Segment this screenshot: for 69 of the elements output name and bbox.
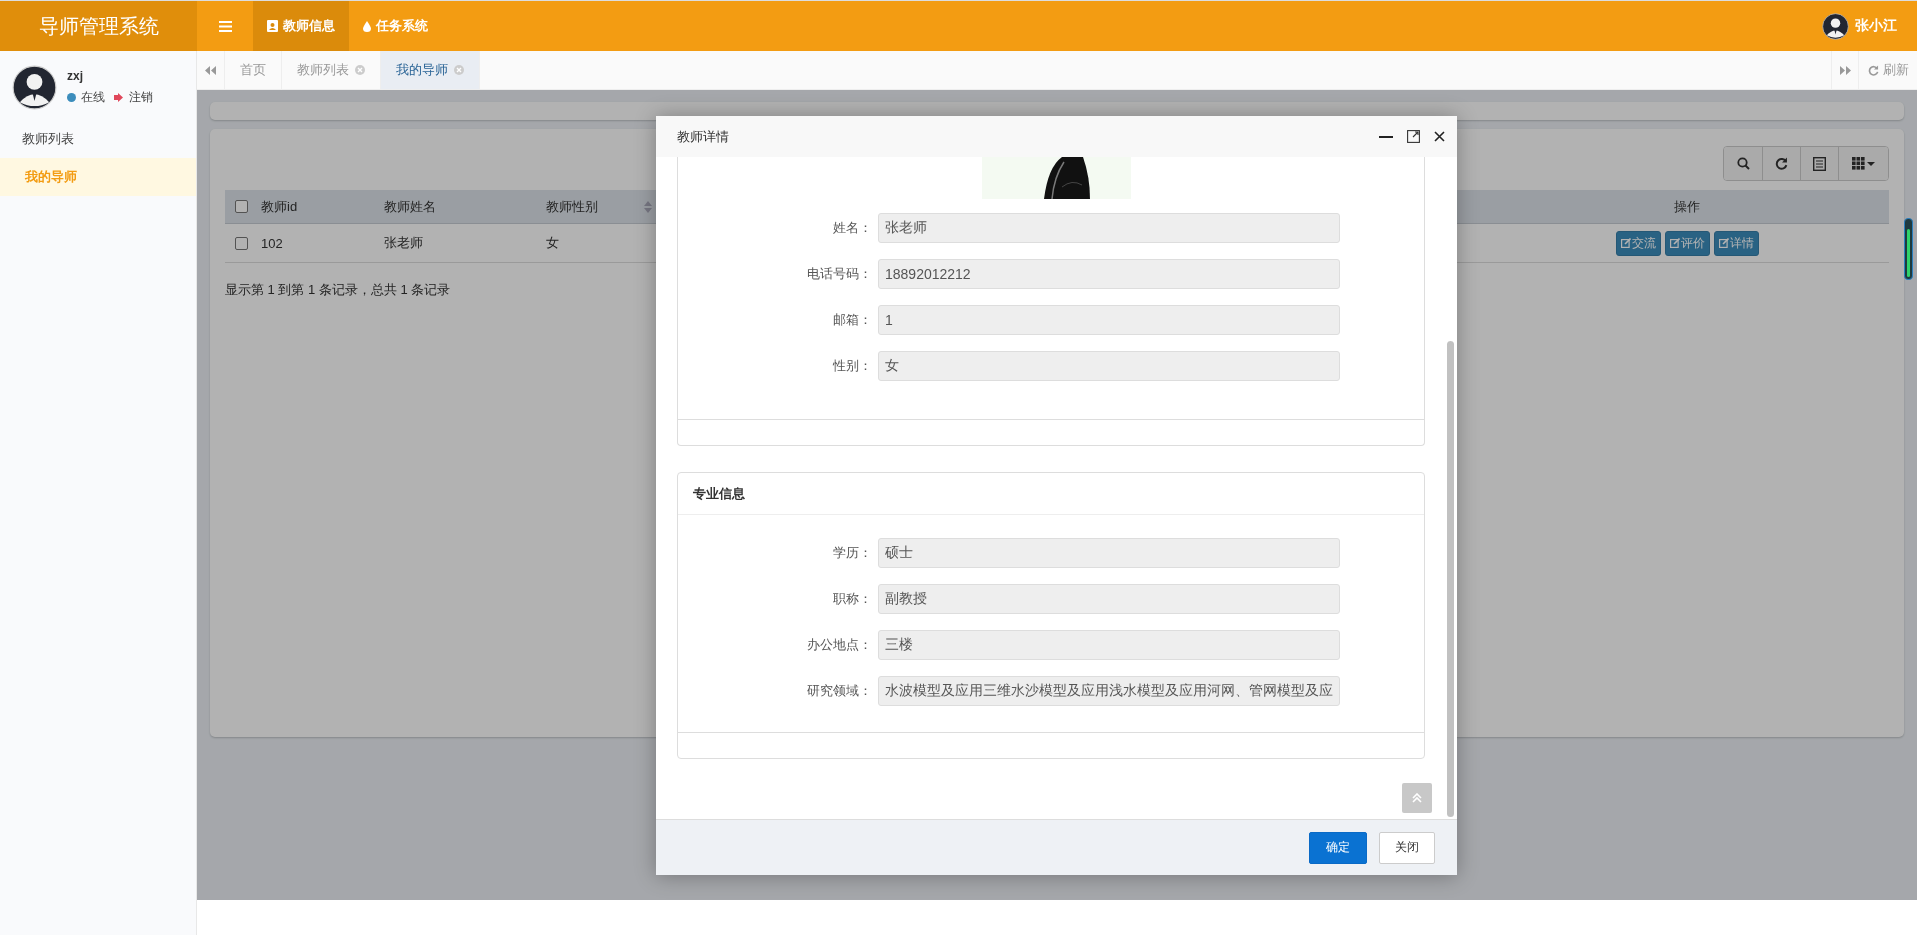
double-up-arrow-icon [1412,793,1422,803]
input-field[interactable]: 水波模型及应用三维水沙模型及应用浅水模型及应用河网、管网模型及应 [878,676,1340,706]
action-button[interactable]: 评价 [1664,230,1710,256]
checkbox[interactable] [235,200,248,213]
toggle-view-button[interactable] [1800,147,1838,180]
column-header: 操作 [1674,197,1700,216]
field-label: 姓名： [832,219,873,237]
field-label: 性别： [832,357,873,375]
columns-button[interactable] [1838,147,1888,180]
refresh-icon [1775,157,1788,170]
action-button[interactable]: 交流 [1615,230,1661,256]
edit-icon [1669,238,1680,248]
table-cell: 女 [546,234,559,252]
edit-icon [1620,238,1631,248]
logout-icon [114,93,124,102]
grid-icon [1852,157,1865,170]
status-dot [67,93,76,102]
menu-icon[interactable] [218,20,232,32]
field-label: 邮箱： [832,311,873,329]
user-avatar [12,65,57,110]
dialog-title: 教师详情 [677,127,729,146]
scrollbar-thumb[interactable] [1447,341,1454,817]
field-label: 学历： [832,544,873,562]
field-label: 职称： [832,590,873,608]
input-field[interactable]: 硕士 [878,538,1340,568]
double-left-arrow-icon[interactable] [205,65,216,75]
action-button[interactable]: 详情 [1713,230,1759,256]
table-cell: 张老师 [384,234,423,252]
page-tab[interactable]: 我的导师 [381,51,480,89]
refresh-button[interactable] [1762,147,1800,180]
contact-card-icon [267,20,278,32]
confirm-button[interactable]: 确定 [1309,831,1367,864]
caret-icon [1867,161,1875,166]
field-label: 研究领域： [806,682,873,700]
search-icon [1736,157,1750,170]
field-label: 电话号码： [806,265,873,283]
logout-link[interactable]: 注销 [129,89,153,106]
list-icon [1813,156,1826,171]
search-button[interactable] [1724,147,1762,180]
table-cell: 102 [261,235,283,251]
close-button[interactable]: 关闭 [1379,831,1435,864]
column-header: 教师id [261,197,298,216]
user-name: zxj [67,69,84,83]
user-avatar [1822,12,1849,40]
input-field[interactable]: 张老师 [878,213,1340,243]
close-icon[interactable] [1434,131,1445,142]
refresh-button[interactable]: 刷新 [1859,51,1917,89]
checkbox[interactable] [235,236,248,250]
input-field[interactable]: 18892012212 [878,259,1340,289]
maximize-icon[interactable] [1407,130,1420,143]
scroll-indicator [1904,218,1913,280]
input-field[interactable]: 女 [878,351,1340,381]
status-text: 在线 [81,89,105,106]
minimize-icon[interactable] [1379,135,1393,138]
panel-title: 专业信息 [678,473,1424,515]
input-field[interactable]: 1 [878,305,1340,335]
input-field[interactable]: 副教授 [878,584,1340,614]
sidebar-item[interactable]: 教师列表 [0,120,196,158]
refresh-icon [1867,64,1879,76]
droplet-icon [363,20,371,32]
double-right-arrow-icon[interactable] [1839,65,1851,75]
input-field[interactable]: 三楼 [878,630,1340,660]
column-header: 教师性别 [546,197,598,216]
edit-icon [1718,238,1729,248]
pagination-info: 显示第 1 到第 1 条记录，总共 1 条记录 [225,281,452,299]
page-tab[interactable]: 首页 [225,51,282,89]
field-label: 办公地点： [806,636,873,654]
app-title: 导师管理系统 [0,1,197,51]
column-header: 教师姓名 [384,197,436,216]
